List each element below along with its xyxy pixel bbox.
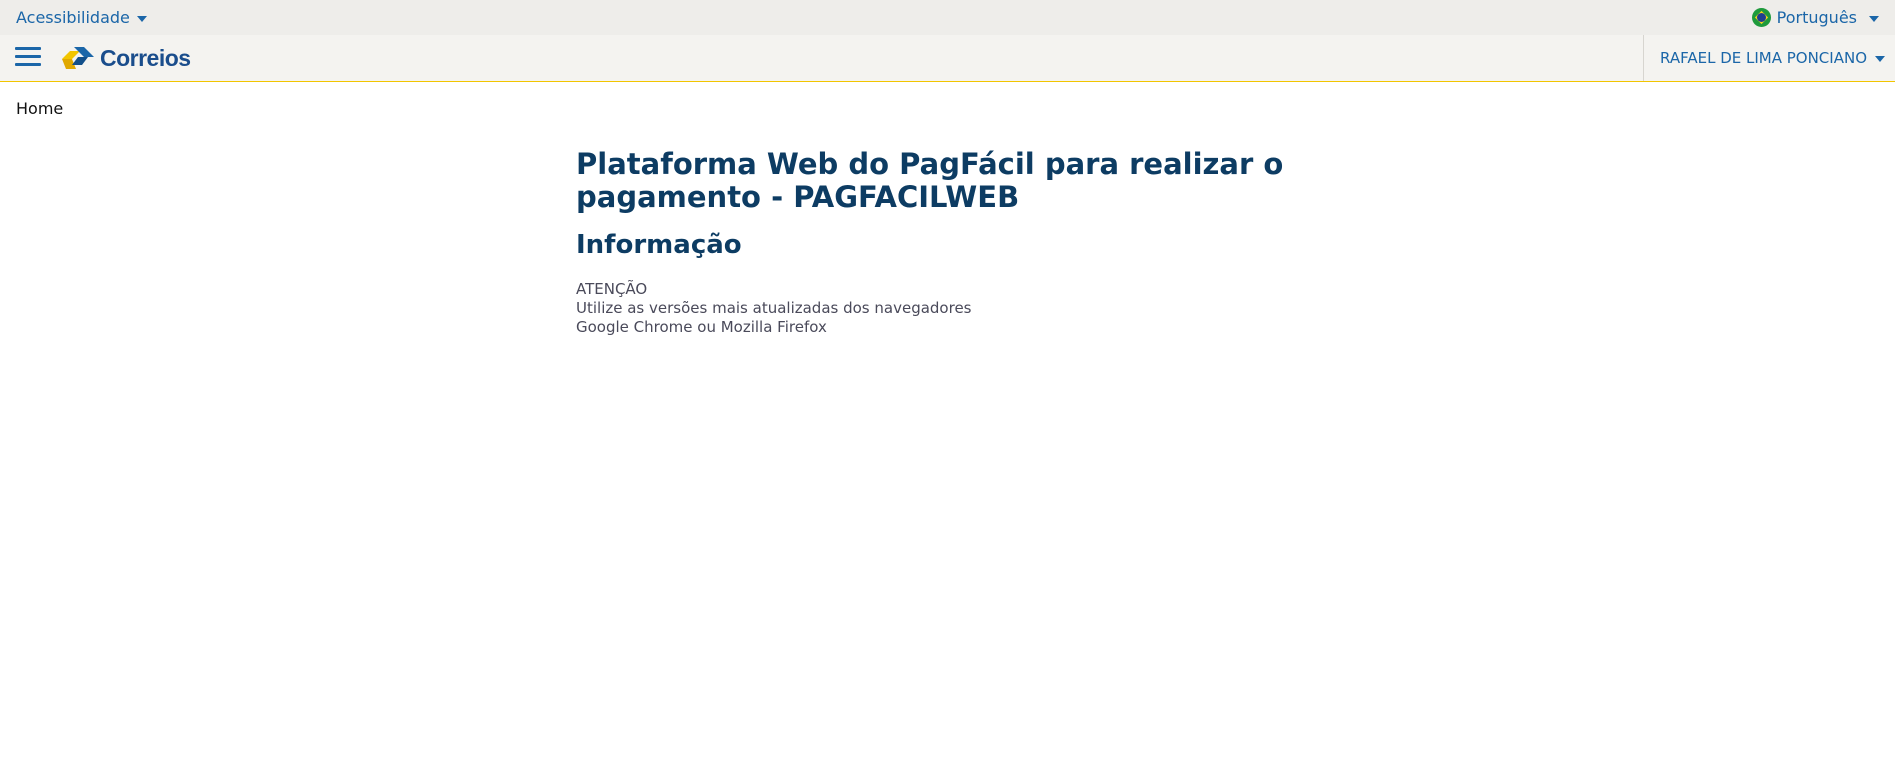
correios-logo[interactable]: Correios (60, 44, 191, 72)
main-content: Plataforma Web do PagFácil para realizar… (576, 148, 1336, 337)
user-menu[interactable]: RAFAEL DE LIMA PONCIANO (1643, 35, 1885, 81)
breadcrumb: Home (16, 99, 63, 118)
menu-icon[interactable] (15, 47, 41, 67)
user-name: RAFAEL DE LIMA PONCIANO (1660, 49, 1867, 67)
page-title: Plataforma Web do PagFácil para realizar… (576, 147, 1284, 214)
breadcrumb-home[interactable]: Home (16, 99, 63, 118)
language-label: Português (1776, 8, 1857, 27)
correios-logo-icon (62, 47, 94, 69)
info-block: ATENÇÃO Utilize as versões mais atualiza… (576, 280, 1336, 337)
info-line: ATENÇÃO (576, 280, 648, 298)
section-title: Informação (576, 230, 742, 260)
chevron-down-icon (1875, 56, 1885, 62)
accessibility-menu[interactable]: Acessibilidade (16, 0, 147, 35)
language-menu[interactable]: Português (1751, 0, 1879, 35)
logo-text: Correios (100, 44, 191, 71)
info-line: Google Chrome ou Mozilla Firefox (576, 318, 827, 336)
accessibility-label: Acessibilidade (16, 8, 130, 27)
chevron-down-icon (136, 15, 147, 22)
chevron-down-icon (1869, 15, 1879, 22)
brazil-flag-icon (1751, 8, 1771, 27)
info-line: Utilize as versões mais atualizadas dos … (576, 299, 972, 317)
top-utility-bar: Acessibilidade Português (0, 0, 1895, 35)
main-navbar: Correios RAFAEL DE LIMA PONCIANO (0, 35, 1895, 82)
